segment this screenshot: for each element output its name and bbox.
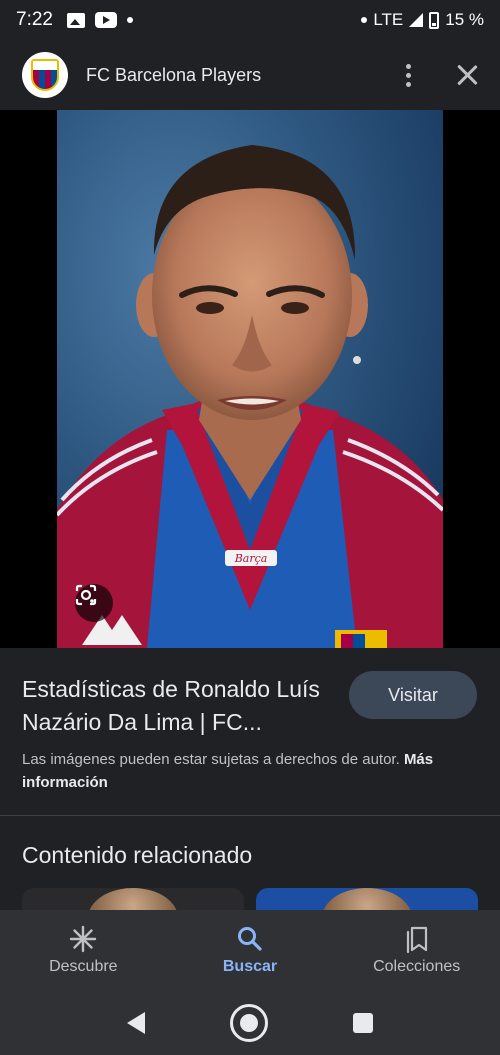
system-navigation-bar bbox=[0, 990, 500, 1055]
site-favicon bbox=[22, 52, 68, 98]
copyright-text: Las imágenes pueden estar sujetas a dere… bbox=[22, 751, 400, 768]
youtube-notification-icon bbox=[94, 12, 117, 28]
nav-label: Buscar bbox=[222, 958, 278, 975]
site-title: FC Barcelona Players bbox=[86, 64, 262, 85]
nav-label: Descubre bbox=[49, 958, 118, 975]
bookmarks-icon bbox=[406, 926, 427, 954]
status-time: 7:22 bbox=[16, 9, 53, 30]
home-icon[interactable] bbox=[229, 1003, 268, 1042]
result-info-panel: Estadísticas de Ronaldo Luís Nazário Da … bbox=[0, 648, 500, 816]
google-lens-icon[interactable] bbox=[75, 584, 113, 622]
barcelona-crest-icon bbox=[31, 59, 59, 91]
shirt-sponsor-text: Barça bbox=[234, 552, 268, 565]
battery-percent: 15 % bbox=[445, 10, 484, 29]
related-thumbnail bbox=[322, 888, 412, 910]
player-photo[interactable]: Barça bbox=[57, 110, 443, 648]
asterisk-icon bbox=[70, 925, 97, 953]
visit-button[interactable]: Visitar bbox=[349, 671, 477, 719]
related-heading: Contenido relacionado bbox=[22, 842, 253, 868]
nav-item-colecciones[interactable]: Colecciones bbox=[333, 910, 500, 990]
close-icon[interactable] bbox=[456, 64, 478, 86]
network-label: LTE bbox=[373, 10, 404, 29]
recent-apps-icon[interactable] bbox=[352, 1012, 373, 1033]
signal-icon bbox=[409, 13, 424, 27]
viewer-header: FC Barcelona Players bbox=[0, 40, 500, 110]
bottom-navigation: Descubre Buscar Colecciones bbox=[0, 910, 500, 990]
gallery-notification-icon bbox=[66, 12, 85, 28]
back-icon[interactable] bbox=[127, 1011, 146, 1034]
search-icon bbox=[238, 927, 262, 951]
related-content-section: Contenido relacionado bbox=[0, 817, 500, 910]
notification-dot-icon bbox=[361, 17, 368, 23]
nav-item-descubre[interactable]: Descubre bbox=[0, 910, 167, 990]
related-card[interactable] bbox=[256, 888, 478, 910]
more-vert-icon[interactable] bbox=[398, 63, 418, 87]
related-thumbnail bbox=[88, 888, 178, 910]
nav-item-buscar[interactable]: Buscar bbox=[167, 910, 334, 990]
related-card[interactable] bbox=[22, 888, 244, 910]
result-title[interactable]: Estadísticas de Ronaldo Luís Nazário Da … bbox=[22, 673, 337, 739]
status-bar: 7:22 LTE 15 % bbox=[0, 0, 500, 40]
more-notifications-dot-icon bbox=[126, 17, 133, 23]
image-viewer[interactable]: Barça bbox=[0, 110, 500, 648]
battery-icon bbox=[429, 11, 440, 29]
nav-label: Colecciones bbox=[373, 958, 461, 975]
copyright-notice: Las imágenes pueden estar sujetas a dere… bbox=[22, 748, 482, 794]
